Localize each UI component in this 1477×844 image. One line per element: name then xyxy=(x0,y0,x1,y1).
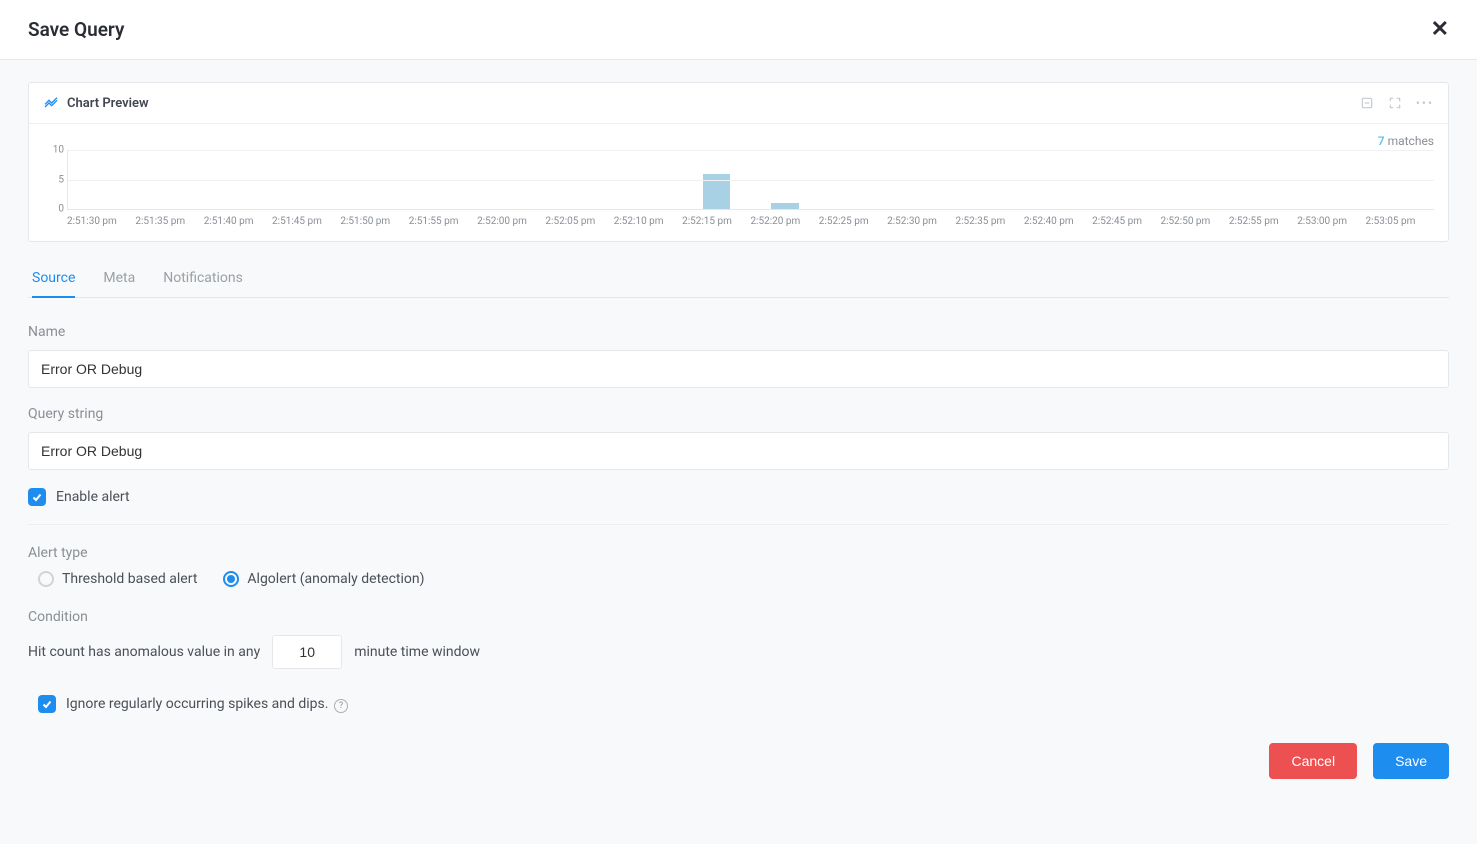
query-label: Query string xyxy=(28,406,1449,422)
divider xyxy=(28,524,1449,525)
x-tick: 2:52:05 pm xyxy=(545,216,613,227)
radio-algolert[interactable]: Algolert (anomaly detection) xyxy=(223,571,424,587)
condition-label: Condition xyxy=(28,609,1449,625)
tab-meta[interactable]: Meta xyxy=(103,270,135,297)
chart-bar xyxy=(771,203,798,209)
x-tick: 2:52:25 pm xyxy=(819,216,887,227)
x-tick: 2:51:35 pm xyxy=(135,216,203,227)
y-tick: 5 xyxy=(46,174,64,185)
y-tick: 0 xyxy=(46,204,64,215)
fullscreen-icon[interactable] xyxy=(1388,96,1402,110)
save-button[interactable]: Save xyxy=(1373,743,1449,779)
modal-header: Save Query ✕ xyxy=(0,0,1477,60)
chart-plot: 1050 xyxy=(67,150,1434,210)
query-input[interactable] xyxy=(28,432,1449,470)
cancel-button[interactable]: Cancel xyxy=(1269,743,1357,779)
collapse-icon[interactable] xyxy=(1360,96,1374,110)
tab-notifications[interactable]: Notifications xyxy=(163,270,243,297)
x-tick: 2:51:30 pm xyxy=(67,216,135,227)
source-form: Name Query string Enable alert Alert typ… xyxy=(28,324,1449,713)
chart-preview-panel: Chart Preview ••• 7 matches xyxy=(28,82,1449,242)
chart-header: Chart Preview ••• xyxy=(29,83,1448,124)
x-tick: 2:52:45 pm xyxy=(1092,216,1160,227)
name-input[interactable] xyxy=(28,350,1449,388)
close-icon[interactable]: ✕ xyxy=(1431,19,1449,41)
modal-title: Save Query xyxy=(28,18,124,41)
ignore-spikes-checkbox[interactable] xyxy=(38,695,56,713)
x-tick: 2:51:55 pm xyxy=(409,216,477,227)
modal-body: Chart Preview ••• 7 matches xyxy=(0,60,1477,799)
ignore-spikes-label: Ignore regularly occurring spikes and di… xyxy=(66,696,328,712)
condition-suffix: minute time window xyxy=(354,644,480,660)
x-tick: 2:53:05 pm xyxy=(1366,216,1434,227)
modal-footer: Cancel Save xyxy=(28,743,1449,779)
more-icon[interactable]: ••• xyxy=(1416,96,1434,110)
x-tick: 2:51:40 pm xyxy=(204,216,272,227)
chart-title: Chart Preview xyxy=(67,96,149,111)
x-tick: 2:52:15 pm xyxy=(682,216,750,227)
x-tick: 2:53:00 pm xyxy=(1297,216,1365,227)
condition-value-input[interactable] xyxy=(272,635,342,669)
tab-source[interactable]: Source xyxy=(32,270,75,298)
x-tick: 2:52:50 pm xyxy=(1161,216,1229,227)
condition-prefix: Hit count has anomalous value in any xyxy=(28,644,260,660)
enable-alert-checkbox[interactable] xyxy=(28,488,46,506)
alert-type-label: Alert type xyxy=(28,545,1449,561)
x-tick: 2:52:10 pm xyxy=(614,216,682,227)
x-tick: 2:52:40 pm xyxy=(1024,216,1092,227)
y-tick: 10 xyxy=(46,145,64,156)
name-label: Name xyxy=(28,324,1449,340)
x-tick: 2:52:35 pm xyxy=(955,216,1023,227)
x-tick: 2:52:55 pm xyxy=(1229,216,1297,227)
matches-count: 7 matches xyxy=(43,134,1434,148)
chart-icon xyxy=(43,93,59,113)
x-tick: 2:52:20 pm xyxy=(750,216,818,227)
x-tick: 2:51:45 pm xyxy=(272,216,340,227)
radio-threshold[interactable]: Threshold based alert xyxy=(38,571,197,587)
help-icon[interactable]: ? xyxy=(334,699,348,713)
x-tick: 2:52:00 pm xyxy=(477,216,545,227)
enable-alert-label: Enable alert xyxy=(56,489,130,505)
x-tick: 2:52:30 pm xyxy=(887,216,955,227)
tab-bar: Source Meta Notifications xyxy=(28,270,1449,298)
x-tick: 2:51:50 pm xyxy=(340,216,408,227)
